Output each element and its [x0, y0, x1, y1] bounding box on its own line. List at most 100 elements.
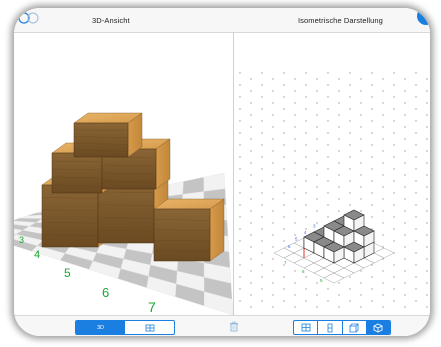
view-isometric-button[interactable] [365, 321, 390, 334]
projection-segmented-control [293, 320, 391, 335]
grid-dot [360, 306, 362, 308]
block-front [153, 208, 211, 262]
isometric-grid: 3456789 [239, 72, 428, 308]
grid-dot [250, 210, 252, 212]
block-front [41, 184, 99, 248]
grid-dot [283, 276, 285, 278]
grid-dot [404, 294, 406, 296]
grid-dot [371, 120, 373, 122]
grid-dot [250, 174, 252, 176]
help-icon[interactable] [412, 8, 430, 26]
grid-dot [294, 90, 296, 92]
grid-dot [349, 192, 351, 194]
grid-dot [327, 84, 329, 86]
grid-dot [360, 78, 362, 80]
view-side-button[interactable] [317, 321, 341, 334]
grid-dot [316, 138, 318, 140]
grid-dot [305, 144, 307, 146]
grid-dot [261, 264, 263, 266]
grid-dot [316, 294, 318, 296]
back-icon[interactable] [18, 11, 40, 25]
view-3d[interactable]: 3 4 5 6 7 [14, 33, 233, 315]
view-front-button[interactable] [294, 321, 317, 334]
grid-dot [294, 126, 296, 128]
grid-dot [283, 300, 285, 302]
grid-dot [327, 288, 329, 290]
iso-corner-label: 7 [284, 260, 287, 265]
grid-dot [393, 204, 395, 206]
grid-dot [272, 126, 274, 128]
grid-dot [239, 96, 241, 98]
grid-dot [239, 72, 241, 74]
grid-dot [250, 234, 252, 236]
grid-dot [371, 108, 373, 110]
grid-dot [349, 300, 351, 302]
grid-dot [239, 252, 241, 254]
grid-dot [305, 132, 307, 134]
grid-dot [382, 126, 384, 128]
grid-dot [393, 168, 395, 170]
grid-dot [283, 72, 285, 74]
grid-dot [426, 306, 428, 308]
grid-dot [338, 78, 340, 80]
grid-dot [239, 120, 241, 122]
grid-dot [393, 120, 395, 122]
view-perspective-button[interactable] [341, 321, 366, 334]
grid-dot [393, 84, 395, 86]
grid-dot [371, 276, 373, 278]
grid-dot [338, 294, 340, 296]
grid-dot [393, 228, 395, 230]
grid-dot [283, 180, 285, 182]
grid-dot [360, 186, 362, 188]
grid-dot [393, 276, 395, 278]
grid-dot [338, 126, 340, 128]
grid-dot [239, 204, 241, 206]
block-front [73, 122, 129, 158]
grid-dot [272, 114, 274, 116]
block-side [209, 198, 225, 262]
grid-dot [404, 138, 406, 140]
grid-dot [360, 126, 362, 128]
grid-dot [305, 288, 307, 290]
grid-dot [415, 72, 417, 74]
bottom-toolbar: 3D [14, 315, 430, 336]
grid-dot [404, 126, 406, 128]
grid-dot [305, 84, 307, 86]
grid-dot [360, 294, 362, 296]
grid-dot [404, 78, 406, 80]
grid-dot [415, 156, 417, 158]
grid-dot [294, 150, 296, 152]
floor-tile [182, 177, 204, 195]
grid-dot [382, 198, 384, 200]
grid-dot [272, 258, 274, 260]
grid-dot [239, 132, 241, 134]
grid-dot [250, 102, 252, 104]
block-front [51, 152, 103, 194]
grid-dot [393, 192, 395, 194]
view-isometric[interactable]: 3456789 [234, 33, 430, 315]
trash-icon[interactable] [229, 321, 239, 332]
mode-3d-button[interactable]: 3D [76, 321, 125, 334]
axis-label-3: 3 [19, 235, 24, 245]
grid-dot [327, 96, 329, 98]
grid-dot [327, 168, 329, 170]
grid-dot [371, 132, 373, 134]
grid-dot [349, 72, 351, 74]
grid-dot [360, 162, 362, 164]
mode-grid-button[interactable] [125, 321, 174, 334]
grid-dot [338, 90, 340, 92]
grid-dot [250, 90, 252, 92]
grid-dot [371, 288, 373, 290]
grid-dot [261, 168, 263, 170]
grid-dot [371, 72, 373, 74]
grid-dot [250, 150, 252, 152]
grid-dot [349, 96, 351, 98]
grid-dot [305, 216, 307, 218]
grid-dot [294, 234, 296, 236]
grid-dot [382, 150, 384, 152]
grid-dot [426, 126, 428, 128]
grid-dot [316, 162, 318, 164]
grid-dot [415, 192, 417, 194]
axis-label-6: 6 [102, 285, 109, 300]
grid-dot [349, 144, 351, 146]
